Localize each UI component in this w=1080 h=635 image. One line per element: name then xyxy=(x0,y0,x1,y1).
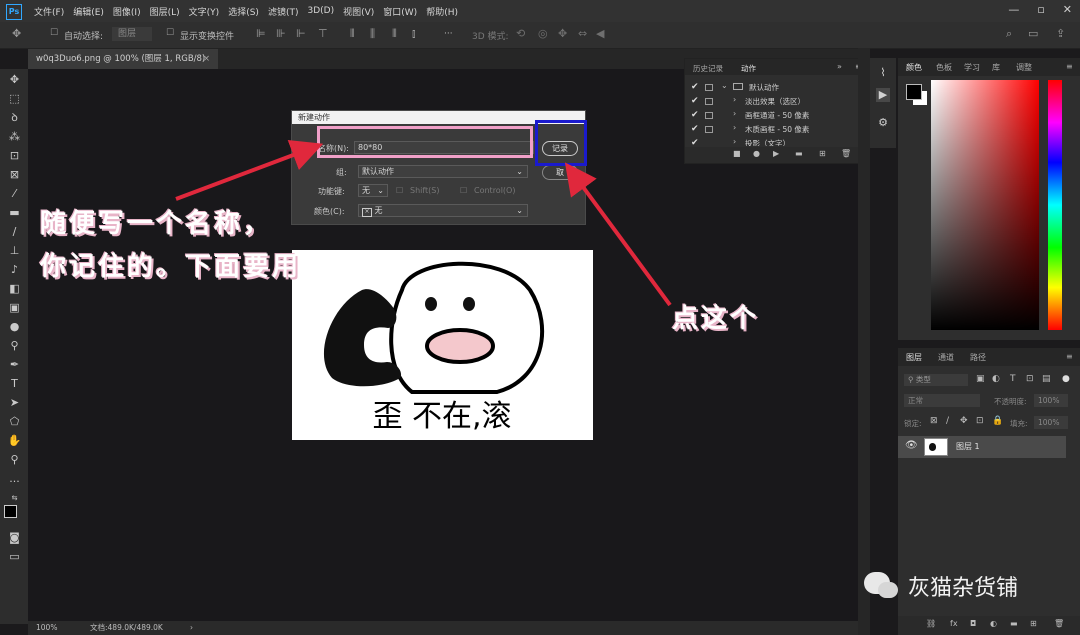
arrow-to-record-button xyxy=(564,162,672,307)
annotation-click-this: 点这个 xyxy=(672,304,760,334)
foreground-swatch-top xyxy=(906,84,922,100)
annotation-line-1: 随便写一个名称， xyxy=(40,209,273,239)
annotation-line-2: 你记住的。下面要用 xyxy=(40,252,302,282)
arrow-to-name-field xyxy=(175,140,324,201)
watermark-text: 灰猫杂货铺 xyxy=(908,576,1019,601)
watermark: 灰猫杂货铺 xyxy=(864,568,1064,602)
wechat-icon-bubble xyxy=(878,582,898,598)
